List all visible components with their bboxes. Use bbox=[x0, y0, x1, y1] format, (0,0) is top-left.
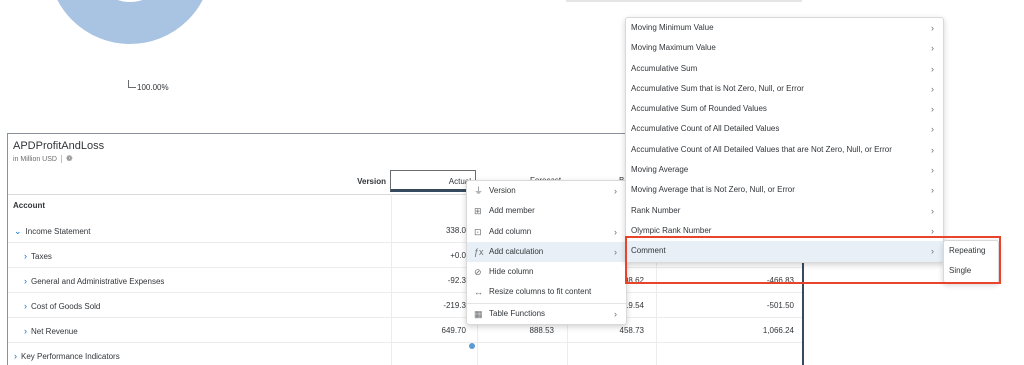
add-column-icon: ⊡ bbox=[474, 226, 482, 237]
chevron-right-icon[interactable]: › bbox=[24, 301, 27, 311]
account-header: Account bbox=[13, 201, 45, 210]
chevron-right-icon[interactable]: › bbox=[24, 326, 27, 336]
menu-item-accumulative-sum-rounded[interactable]: Accumulative Sum of Rounded Values › bbox=[626, 99, 943, 119]
menu-item-version[interactable]: ⏚ Version › bbox=[467, 181, 626, 201]
row-label[interactable]: › Key Performance Indicators bbox=[14, 351, 120, 361]
stage: 100.00% APDProfitAndLoss in Million USD ❁… bbox=[0, 0, 1024, 365]
cell-value[interactable]: +0.0 bbox=[386, 251, 466, 260]
hide-icon: ⊘ bbox=[474, 267, 482, 278]
donut-chart bbox=[57, 0, 203, 44]
menu-item-single[interactable]: Single bbox=[944, 261, 998, 281]
cell-value[interactable]: -92.3 bbox=[386, 276, 466, 285]
donut-leader-tick bbox=[128, 87, 136, 88]
cell-value[interactable]: 1,066.24 bbox=[714, 326, 794, 335]
chevron-right-icon: › bbox=[931, 43, 934, 54]
row-label[interactable]: › Net Revenue bbox=[24, 326, 78, 336]
menu-item-resize-columns[interactable]: ↔ Resize columns to fit content bbox=[467, 282, 626, 302]
cell-value[interactable]: -501.50 bbox=[714, 301, 794, 310]
table-icon: ▦ bbox=[474, 308, 483, 319]
chevron-right-icon: › bbox=[931, 104, 934, 115]
cell-value[interactable]: 888.53 bbox=[474, 326, 554, 335]
chevron-right-icon: › bbox=[614, 186, 617, 196]
menu-item-accumulative-count[interactable]: Accumulative Count of All Detailed Value… bbox=[626, 119, 943, 139]
cell-value[interactable]: 458.73 bbox=[564, 326, 644, 335]
chevron-right-icon: › bbox=[931, 205, 934, 216]
widget-title: APDProfitAndLoss bbox=[13, 140, 105, 152]
column-header-actual[interactable]: Actual bbox=[390, 170, 476, 192]
table-row[interactable]: › Key Performance Indicators bbox=[8, 343, 802, 365]
comment-submenu[interactable]: Repeating Single bbox=[943, 240, 999, 283]
add-member-icon: ⊞ bbox=[474, 206, 482, 217]
chevron-right-icon: › bbox=[931, 23, 934, 33]
donut-slice bbox=[57, 0, 203, 44]
row-label[interactable]: › Taxes bbox=[24, 251, 52, 261]
chevron-right-icon: › bbox=[931, 185, 934, 196]
chevron-right-icon: › bbox=[931, 63, 934, 74]
menu-item-moving-average[interactable]: Moving Average › bbox=[626, 160, 943, 180]
menu-item-repeating[interactable]: Repeating bbox=[944, 241, 998, 261]
row-label[interactable]: › General and Administrative Expenses bbox=[24, 276, 164, 286]
menu-item-olympic-rank[interactable]: Olympic Rank Number › bbox=[626, 221, 943, 241]
top-divider bbox=[566, 0, 802, 2]
row-label[interactable]: ⌄ Income Statement bbox=[14, 226, 90, 237]
chevron-right-icon: › bbox=[931, 83, 934, 94]
chevron-right-icon: › bbox=[614, 226, 617, 237]
chevron-down-icon[interactable]: ⌄ bbox=[14, 226, 22, 236]
cell-value[interactable]: -466.83 bbox=[714, 276, 794, 285]
selection-handle[interactable] bbox=[469, 343, 475, 349]
menu-item-hide-column[interactable]: ⊘ Hide column bbox=[467, 262, 626, 282]
chevron-right-icon: › bbox=[614, 308, 617, 319]
context-menu[interactable]: ⏚ Version › ⊞ Add member ⊡ Add column › ƒx Add… bbox=[466, 180, 627, 326]
chevron-right-icon: › bbox=[931, 144, 934, 155]
cell-value[interactable]: 649.70 bbox=[386, 326, 466, 335]
gear-icon[interactable]: ❁ bbox=[66, 154, 73, 163]
menu-item-moving-max[interactable]: Moving Maximum Value › bbox=[626, 38, 943, 58]
calculation-submenu[interactable]: Moving Minimum Value › Moving Maximum Val… bbox=[625, 17, 944, 263]
table-row[interactable]: › Net Revenue 649.70 888.53 458.73 1,066.… bbox=[8, 318, 802, 343]
chevron-right-icon: › bbox=[931, 165, 934, 176]
menu-item-table-functions[interactable]: ▦ Table Functions › bbox=[467, 304, 626, 324]
chevron-right-icon: › bbox=[931, 225, 934, 236]
menu-item-add-calculation[interactable]: ƒx Add calculation › bbox=[467, 241, 626, 263]
widget-subtitle: in Million USD ❁ bbox=[13, 154, 73, 164]
chevron-right-icon[interactable]: › bbox=[14, 351, 17, 361]
donut-slice-label: 100.00% bbox=[137, 83, 169, 92]
resize-icon: ↔ bbox=[474, 287, 483, 298]
menu-item-add-member[interactable]: ⊞ Add member bbox=[467, 201, 626, 221]
table-row[interactable]: › Cost of Goods Sold -219.3 19.54 -501.50 bbox=[8, 293, 802, 318]
menu-item-accumulative-count-nonzero[interactable]: Accumulative Count of All Detailed Value… bbox=[626, 140, 943, 160]
menu-item-accumulative-sum-nonzero[interactable]: Accumulative Sum that is Not Zero, Null,… bbox=[626, 79, 943, 99]
chevron-right-icon[interactable]: › bbox=[24, 276, 27, 286]
chevron-right-icon[interactable]: › bbox=[24, 251, 27, 261]
menu-item-accumulative-sum[interactable]: Accumulative Sum › bbox=[626, 59, 943, 79]
menu-item-add-column[interactable]: ⊡ Add column › bbox=[467, 222, 626, 242]
separator bbox=[60, 155, 62, 164]
widget-unit: in Million USD bbox=[13, 156, 57, 163]
menu-item-comment[interactable]: Comment › bbox=[626, 241, 943, 262]
cell-value[interactable]: 338.0 bbox=[386, 226, 466, 235]
menu-item-moving-average-nonzero[interactable]: Moving Average that is Not Zero, Null, o… bbox=[626, 180, 943, 200]
chevron-right-icon: › bbox=[614, 246, 617, 257]
chevron-right-icon: › bbox=[931, 124, 934, 135]
row-label[interactable]: › Cost of Goods Sold bbox=[24, 301, 100, 311]
menu-item-moving-min[interactable]: Moving Minimum Value › bbox=[626, 18, 943, 38]
chevron-right-icon: › bbox=[931, 246, 934, 257]
cell-value[interactable]: -219.3 bbox=[386, 301, 466, 310]
menu-item-rank-number[interactable]: Rank Number › bbox=[626, 201, 943, 221]
function-icon: ƒx bbox=[474, 246, 484, 257]
version-dimension-label: Version bbox=[357, 177, 386, 186]
filter-icon: ⏚ bbox=[474, 186, 484, 196]
table-row[interactable]: › General and Administrative Expenses -92… bbox=[8, 268, 802, 293]
